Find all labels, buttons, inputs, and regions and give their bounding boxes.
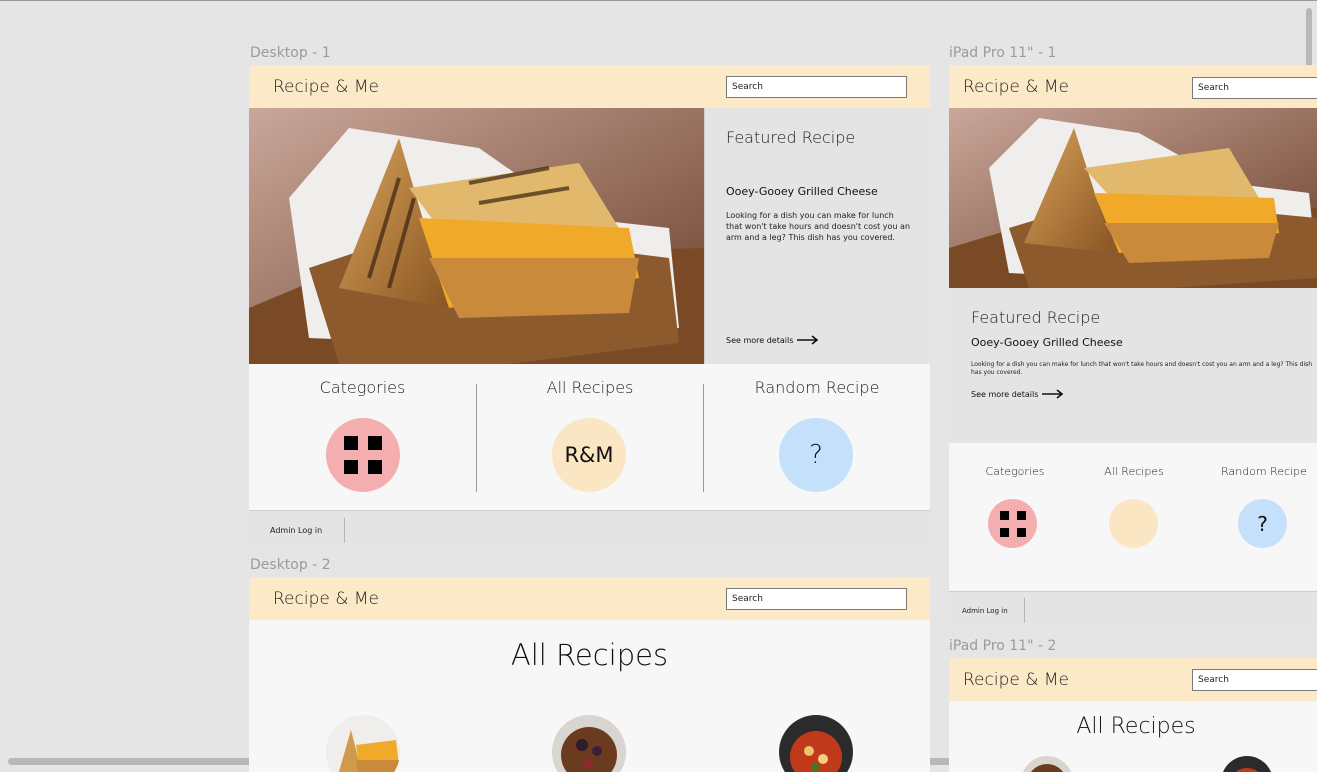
frame-ipad-2: Recipe & Me Search All Recipes xyxy=(949,658,1317,772)
all-recipes-badge: R&M xyxy=(564,443,614,467)
recipe-thumbnail[interactable] xyxy=(779,715,853,772)
brand-title[interactable]: Recipe & Me xyxy=(963,670,1069,690)
featured-recipe-name: Ooey-Gooey Grilled Cheese xyxy=(971,336,1123,349)
footer: Admin Log in xyxy=(249,510,930,548)
recipe-thumbnail[interactable] xyxy=(326,715,400,772)
frame-ipad-1: Recipe & Me Search Featured Recipe Ooey-… xyxy=(949,65,1317,629)
grid-icon xyxy=(344,436,382,474)
frame-desktop-1: Recipe & Me Search Featured Recipe Ooey-… xyxy=(249,65,930,548)
categories-label: Categories xyxy=(319,378,406,397)
header: Recipe & Me Search xyxy=(949,658,1317,701)
grid-icon xyxy=(999,510,1026,537)
featured-recipe-image[interactable] xyxy=(249,108,704,364)
page-title: All Recipes xyxy=(510,638,669,672)
brand-title[interactable]: Recipe & Me xyxy=(273,589,379,609)
featured-recipe-name: Ooey-Gooey Grilled Cheese xyxy=(726,185,878,198)
question-mark-icon: ? xyxy=(809,440,823,470)
nav-categories[interactable]: Categories xyxy=(962,465,1068,478)
featured-panel: Featured Recipe Ooey-Gooey Grilled Chees… xyxy=(949,288,1317,443)
footer-divider xyxy=(1024,598,1025,623)
nav-divider xyxy=(476,384,477,492)
frame-label-ipad-2[interactable]: iPad Pro 11" - 2 xyxy=(949,638,1056,654)
featured-recipe-image[interactable] xyxy=(949,108,1317,288)
footer: Admin Log in xyxy=(949,591,1317,629)
pasta-thumb xyxy=(779,715,853,772)
grilled-cheese-thumb xyxy=(326,715,400,772)
search-input[interactable]: Search xyxy=(726,76,907,98)
pancakes-thumb xyxy=(1021,756,1073,772)
admin-login-link[interactable]: Admin Log in xyxy=(962,607,1008,615)
frame-desktop-2: Recipe & Me Search All Recipes xyxy=(249,577,930,772)
header: Recipe & Me Search xyxy=(249,577,930,620)
categories-button[interactable] xyxy=(326,418,400,492)
see-more-link[interactable]: See more details xyxy=(726,335,819,345)
brand-title[interactable]: Recipe & Me xyxy=(963,77,1069,97)
featured-description: Looking for a dish you can make for lunc… xyxy=(726,211,911,242)
see-more-link[interactable]: See more details xyxy=(971,389,1064,399)
recipe-thumbnail[interactable] xyxy=(1021,756,1073,772)
all-recipes-label: All Recipes xyxy=(1104,465,1164,478)
all-recipes-button[interactable] xyxy=(1109,499,1158,548)
featured-panel: Featured Recipe Ooey-Gooey Grilled Chees… xyxy=(704,108,930,364)
featured-heading: Featured Recipe xyxy=(726,128,856,147)
brand-title[interactable]: Recipe & Me xyxy=(273,77,379,97)
nav-categories[interactable]: Categories xyxy=(249,378,476,397)
see-more-label: See more details xyxy=(726,335,794,345)
frame-label-desktop-2[interactable]: Desktop - 2 xyxy=(250,557,331,573)
random-recipe-label: Random Recipe xyxy=(1221,465,1307,478)
featured-description: Looking for a dish you can make for lunc… xyxy=(971,361,1313,377)
search-input[interactable]: Search xyxy=(1192,77,1317,99)
grilled-cheese-photo xyxy=(249,108,704,364)
recipe-thumbnail[interactable] xyxy=(552,715,626,772)
random-recipe-button[interactable]: ? xyxy=(1238,499,1287,548)
pancakes-thumb xyxy=(552,715,626,772)
search-input[interactable]: Search xyxy=(1192,669,1317,691)
frame-label-desktop-1[interactable]: Desktop - 1 xyxy=(250,45,331,61)
random-recipe-label: Random Recipe xyxy=(754,378,880,397)
pasta-thumb xyxy=(1221,756,1273,772)
arrow-right-icon xyxy=(1042,389,1064,399)
nav-random-recipe[interactable]: Random Recipe xyxy=(1211,465,1317,478)
all-recipes-label: All Recipes xyxy=(546,378,634,397)
featured-heading: Featured Recipe xyxy=(971,308,1101,327)
nav-divider xyxy=(703,384,704,492)
random-recipe-button[interactable]: ? xyxy=(779,418,853,492)
categories-label: Categories xyxy=(985,465,1045,478)
arrow-right-icon xyxy=(797,335,819,345)
header: Recipe & Me Search xyxy=(949,65,1317,108)
frame-label-ipad-1[interactable]: iPad Pro 11" - 1 xyxy=(949,45,1056,61)
recipe-thumbnail[interactable] xyxy=(1221,756,1273,772)
categories-button[interactable] xyxy=(988,499,1037,548)
all-recipes-button[interactable]: R&M xyxy=(552,418,626,492)
header: Recipe & Me Search xyxy=(249,65,930,108)
grilled-cheese-photo xyxy=(949,108,1317,288)
see-more-label: See more details xyxy=(971,389,1039,399)
question-mark-icon: ? xyxy=(1257,511,1268,536)
nav-all-recipes[interactable]: All Recipes xyxy=(1081,465,1187,478)
admin-login-link[interactable]: Admin Log in xyxy=(270,526,322,535)
page-title: All Recipes xyxy=(1076,714,1196,739)
nav-random-recipe[interactable]: Random Recipe xyxy=(704,378,930,397)
nav-all-recipes[interactable]: All Recipes xyxy=(477,378,703,397)
footer-divider xyxy=(344,518,345,543)
search-input[interactable]: Search xyxy=(726,588,907,610)
